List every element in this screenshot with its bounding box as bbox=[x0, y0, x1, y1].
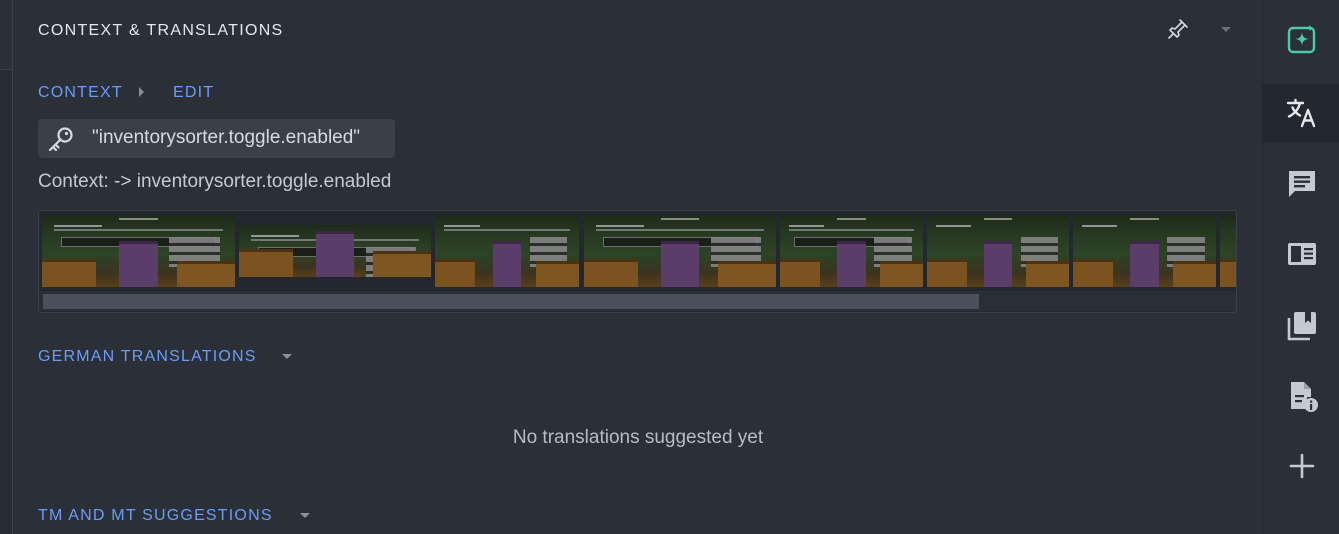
gallery-scrollbar-thumb[interactable] bbox=[43, 294, 979, 309]
german-translations-toggle[interactable]: GERMAN TRANSLATIONS bbox=[38, 348, 257, 366]
app-root: CONTEXT & TRANSLATIONS CONTEXT EDIT "inv… bbox=[0, 0, 1339, 534]
rail-item-file-info[interactable] bbox=[1263, 367, 1339, 425]
screenshot-thumbnail[interactable] bbox=[435, 215, 579, 287]
left-editor-edge-header bbox=[0, 0, 12, 70]
key-icon bbox=[48, 127, 73, 152]
file-info-icon bbox=[1290, 382, 1318, 412]
tm-mt-suggestions-chevron-down-icon[interactable] bbox=[300, 513, 310, 518]
screenshot-thumbnail[interactable] bbox=[239, 225, 431, 277]
string-key-text: "inventorysorter.toggle.enabled" bbox=[92, 127, 361, 148]
screenshot-thumbnail[interactable] bbox=[42, 215, 235, 287]
context-section-toggle[interactable]: CONTEXT bbox=[38, 84, 123, 102]
rail-item-add[interactable] bbox=[1263, 437, 1339, 495]
edit-context-button[interactable]: EDIT bbox=[173, 84, 214, 102]
context-translations-panel: CONTEXT & TRANSLATIONS CONTEXT EDIT "inv… bbox=[14, 0, 1262, 534]
screenshot-thumbnail[interactable] bbox=[584, 215, 776, 287]
screenshot-gallery bbox=[38, 210, 1237, 313]
rail-item-comments[interactable] bbox=[1263, 155, 1339, 213]
add-icon bbox=[1289, 453, 1314, 479]
glossary-icon bbox=[1287, 243, 1316, 265]
ai-assistant-icon bbox=[1287, 25, 1315, 54]
rail-item-translations[interactable] bbox=[1263, 84, 1339, 142]
panel-menu-chevron-down-icon[interactable] bbox=[1221, 27, 1231, 32]
chevron-right-icon bbox=[139, 87, 144, 97]
screenshot-thumbnail[interactable] bbox=[1073, 215, 1216, 287]
rail-item-library[interactable] bbox=[1263, 297, 1339, 355]
left-editor-edge bbox=[0, 0, 13, 534]
screenshot-thumbnail[interactable] bbox=[927, 215, 1069, 287]
panel-title: CONTEXT & TRANSLATIONS bbox=[38, 22, 284, 39]
string-key-chip[interactable]: "inventorysorter.toggle.enabled" bbox=[38, 119, 395, 158]
german-translations-chevron-down-icon[interactable] bbox=[282, 354, 292, 359]
rail-item-ai-assistant[interactable] bbox=[1263, 11, 1339, 69]
no-translations-message: No translations suggested yet bbox=[512, 427, 764, 448]
rail-item-glossary[interactable] bbox=[1263, 225, 1339, 283]
context-description: Context: -> inventorysorter.toggle.enabl… bbox=[38, 171, 392, 192]
screenshot-thumbnail[interactable] bbox=[1220, 215, 1236, 287]
pin-icon[interactable] bbox=[1166, 17, 1190, 41]
translate-icon bbox=[1286, 98, 1315, 128]
comments-icon bbox=[1288, 171, 1315, 197]
right-tool-rail bbox=[1262, 0, 1339, 534]
tm-mt-suggestions-toggle[interactable]: TM AND MT SUGGESTIONS bbox=[38, 507, 273, 525]
screenshot-thumbnail[interactable] bbox=[780, 215, 923, 287]
library-icon bbox=[1287, 312, 1316, 341]
